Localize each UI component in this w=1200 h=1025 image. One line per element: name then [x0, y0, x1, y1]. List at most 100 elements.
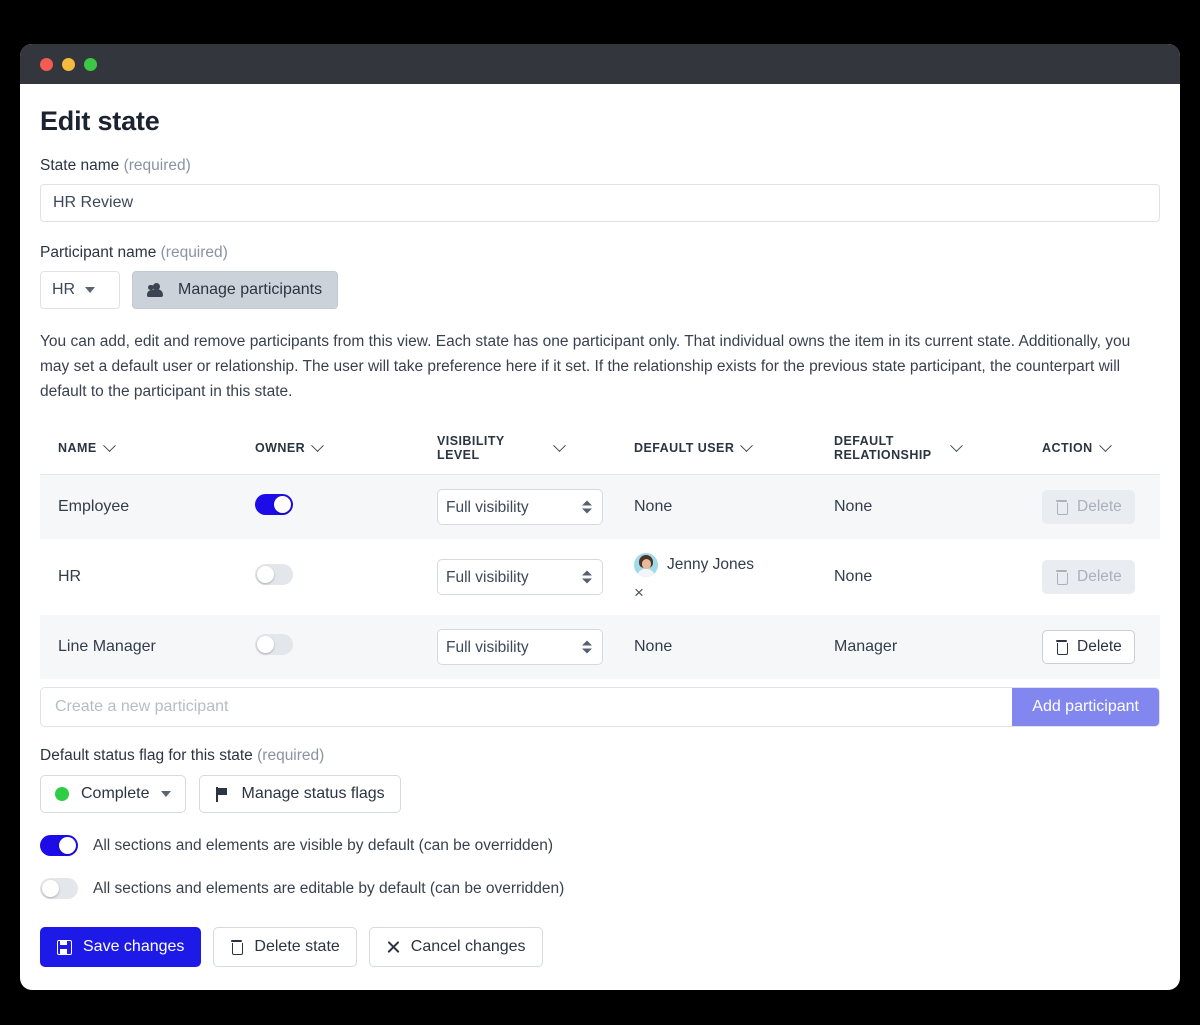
column-header-name-label: NAME	[58, 441, 97, 456]
visibility-level-select[interactable]: Full visibility	[437, 629, 603, 666]
page-content: Edit state State name (required) Partici…	[20, 84, 1180, 990]
editable-by-default-row: All sections and elements are editable b…	[40, 878, 1160, 900]
add-participant-bar: Add participant	[40, 687, 1160, 728]
row-default-relationship-cell: None	[834, 474, 1042, 540]
status-flag-select[interactable]: Complete	[40, 775, 187, 814]
visible-by-default-label: All sections and elements are visible by…	[93, 836, 554, 854]
status-color-dot-icon	[55, 787, 69, 802]
editable-by-default-label: All sections and elements are editable b…	[93, 879, 565, 897]
row-action-cell: Delete	[1042, 474, 1160, 540]
close-icon	[386, 940, 400, 954]
default-relationship-dropdown[interactable]: None	[834, 568, 892, 586]
default-relationship-value: Manager	[834, 638, 898, 656]
avatar	[634, 553, 658, 578]
row-action-cell: Delete	[1042, 615, 1160, 680]
delete-state-button[interactable]: Delete state	[213, 927, 357, 968]
row-owner-cell	[255, 615, 437, 680]
window-titlebar	[20, 44, 1180, 84]
column-header-owner-label: OWNER	[255, 441, 306, 456]
manage-participants-button[interactable]: Manage participants	[132, 271, 339, 309]
visibility-level-select[interactable]: Full visibility	[437, 489, 603, 526]
participant-name-label: Participant name (required)	[40, 244, 1160, 262]
visible-by-default-toggle[interactable]	[40, 835, 78, 857]
column-header-visibility-level[interactable]: VISIBILITY LEVEL	[437, 426, 634, 476]
row-default-relationship-cell: None	[834, 539, 1042, 615]
row-default-user-cell: None	[634, 474, 834, 540]
row-name: Line Manager	[40, 615, 255, 680]
participants-table-head: NAME OWNER VISIBILITY LEVEL DEFAULT USER…	[40, 426, 1160, 476]
cancel-changes-button[interactable]: Cancel changes	[368, 927, 543, 968]
save-changes-button[interactable]: Save changes	[40, 927, 202, 968]
delete-participant-label: Delete	[1077, 498, 1122, 516]
row-default-relationship-cell: Manager	[834, 615, 1042, 680]
chevron-down-icon	[950, 439, 963, 452]
trash-icon	[1055, 570, 1068, 586]
clear-default-user-button[interactable]: ×	[634, 584, 650, 601]
owner-toggle[interactable]	[255, 634, 293, 656]
participant-select[interactable]: HR	[40, 271, 120, 309]
new-participant-input[interactable]	[41, 688, 1013, 727]
delete-state-label: Delete state	[254, 938, 340, 956]
flag-icon	[215, 786, 230, 802]
row-visibility-cell: Full visibility	[437, 474, 634, 540]
column-header-action-label: ACTION	[1042, 441, 1093, 456]
status-flag-value: Complete	[81, 785, 150, 803]
participant-name-label-text: Participant name	[40, 244, 157, 261]
manage-status-flags-button[interactable]: Manage status flags	[199, 775, 401, 814]
row-name: HR	[58, 568, 82, 586]
cancel-changes-label: Cancel changes	[410, 938, 526, 956]
chevron-down-icon	[102, 439, 116, 452]
save-changes-label: Save changes	[83, 938, 185, 956]
default-user-dropdown[interactable]: None	[634, 498, 692, 516]
default-relationship-dropdown[interactable]: None	[834, 498, 892, 516]
state-name-input[interactable]	[40, 184, 1160, 222]
row-owner-cell	[255, 539, 437, 615]
owner-toggle[interactable]	[255, 564, 293, 586]
participants-table: NAME OWNER VISIBILITY LEVEL DEFAULT USER…	[40, 426, 1160, 680]
minimize-window-button[interactable]	[62, 57, 75, 71]
table-row: Employee Full visibility None None Delet…	[40, 474, 1160, 540]
manage-status-flags-label: Manage status flags	[241, 785, 385, 803]
visibility-level-select[interactable]: Full visibility	[437, 559, 603, 596]
column-header-action[interactable]: ACTION	[1042, 426, 1160, 476]
visible-by-default-row: All sections and elements are visible by…	[40, 835, 1160, 857]
default-relationship-value: None	[834, 498, 873, 516]
chevron-down-icon	[740, 439, 754, 452]
column-header-default-relationship[interactable]: DEFAULT RELATIONSHIP	[834, 426, 1042, 476]
owner-toggle[interactable]	[255, 494, 293, 516]
column-header-visibility-level-label: VISIBILITY LEVEL	[437, 434, 505, 463]
default-user-value: Jenny Jones	[667, 556, 755, 574]
column-header-default-user[interactable]: DEFAULT USER	[634, 426, 834, 476]
add-participant-button[interactable]: Add participant	[1012, 688, 1159, 727]
close-window-button[interactable]	[40, 57, 53, 71]
chevron-down-icon	[311, 439, 325, 452]
default-relationship-dropdown[interactable]: Manager	[834, 638, 917, 656]
trash-icon	[1055, 640, 1068, 656]
default-user-dropdown[interactable]: None	[634, 638, 692, 656]
chevron-down-icon	[85, 287, 96, 293]
chevron-down-icon	[553, 439, 566, 452]
status-flag-controls-row: Complete Manage status flags	[40, 775, 1160, 814]
participant-select-value: HR	[52, 281, 76, 298]
column-header-name[interactable]: NAME	[40, 426, 255, 476]
row-default-user-cell: None	[634, 615, 834, 680]
delete-participant-label: Delete	[1077, 638, 1122, 656]
footer-actions: Save changes Delete state Cancel changes	[40, 927, 1160, 990]
participants-description: You can add, edit and remove participant…	[40, 333, 1131, 401]
column-header-owner[interactable]: OWNER	[255, 426, 437, 476]
editable-by-default-toggle[interactable]	[40, 878, 78, 900]
default-relationship-value: None	[834, 568, 873, 586]
delete-participant-button: Delete	[1042, 490, 1135, 525]
column-header-default-relationship-label: DEFAULT RELATIONSHIP	[834, 434, 932, 463]
delete-participant-label: Delete	[1077, 568, 1122, 586]
status-flag-label: Default status flag for this state (requ…	[40, 747, 1160, 765]
maximize-window-button[interactable]	[84, 57, 97, 71]
delete-participant-button[interactable]: Delete	[1042, 630, 1135, 665]
delete-participant-button: Delete	[1042, 560, 1135, 595]
page-title: Edit state	[40, 106, 160, 136]
default-user-dropdown[interactable]: Jenny Jones	[634, 553, 834, 578]
participant-controls-row: HR Manage participants	[40, 271, 1160, 309]
people-icon	[147, 282, 167, 298]
default-user-value: None	[634, 498, 673, 516]
column-header-default-user-label: DEFAULT USER	[634, 441, 735, 456]
